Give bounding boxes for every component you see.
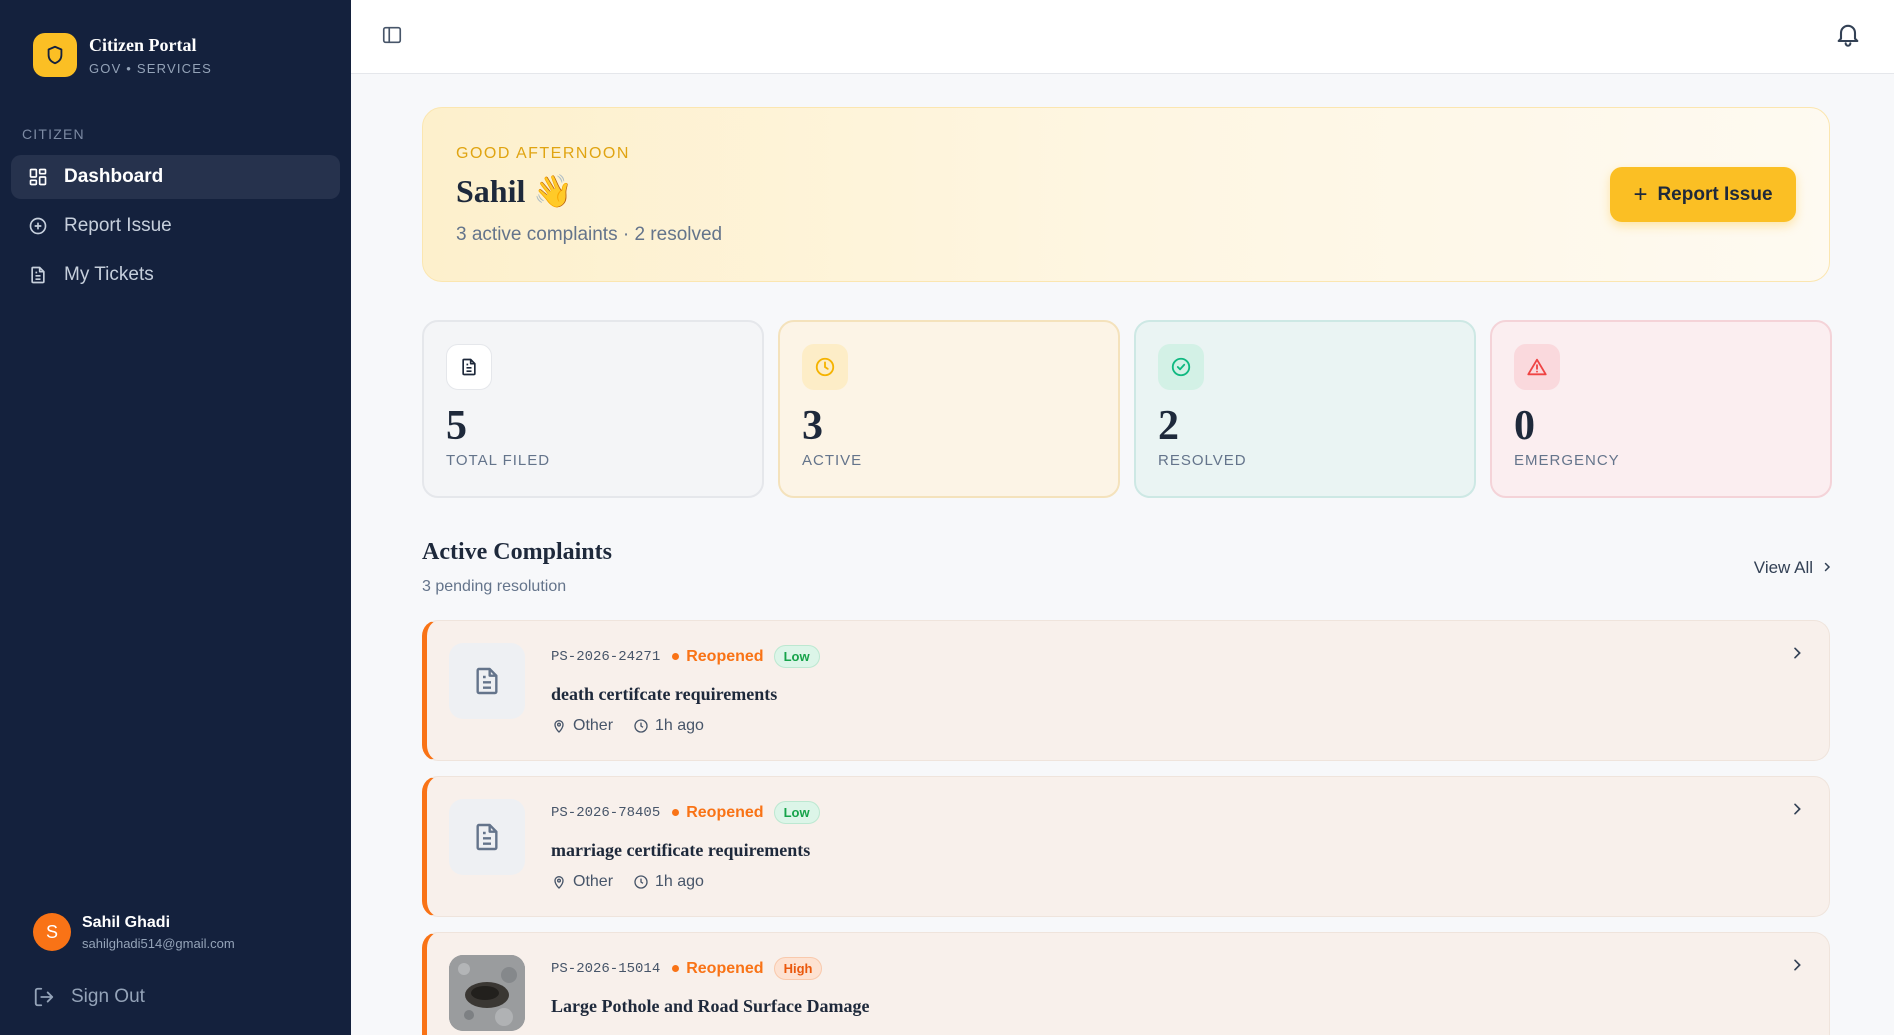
main-content: GOOD AFTERNOON Sahil 👋 3 active complain… [351,74,1894,1035]
user-email: sahilghadi514@gmail.com [82,935,235,951]
complaint-card[interactable]: PS-2026-24271 Reopened Low death certifc… [422,620,1830,761]
section-subtitle: 3 pending resolution [422,578,567,595]
alert-triangle-icon [1514,344,1560,390]
document-icon [446,344,492,390]
view-all-label: View All [1753,558,1813,577]
map-pin-icon [551,874,567,890]
sidebar: Citizen Portal GOV • SERVICES CITIZEN Da… [0,0,351,1035]
sidebar-toggle-icon[interactable] [381,24,405,48]
priority-badge: Low [773,801,820,824]
document-icon [449,643,525,719]
bell-icon[interactable] [1834,20,1862,48]
avatar: S [33,913,71,951]
greeting-label: GOOD AFTERNOON [456,145,630,162]
view-all-link[interactable]: View All [1754,558,1833,578]
stat-label: RESOLVED [1158,452,1247,469]
sidebar-item-my-tickets[interactable]: My Tickets [11,253,340,297]
nav-section-label: CITIZEN [22,126,85,142]
plus-circle-icon [27,215,49,237]
document-icon [27,264,49,286]
report-issue-button[interactable]: + Report Issue [1610,167,1796,222]
shield-icon [33,33,77,77]
clock-icon [633,718,649,734]
plus-icon: + [1633,180,1648,208]
sign-out-button[interactable]: Sign Out [33,986,145,1008]
brand-subtitle: GOV • SERVICES [89,60,212,76]
sidebar-item-label: Report Issue [64,215,172,236]
clock-icon [802,344,848,390]
stat-value: 5 [446,403,467,449]
greeting-name: Sahil 👋 [456,173,574,209]
ticket-id: PS-2026-24271 [551,648,661,665]
complaint-title: marriage certificate requirements [551,840,811,860]
chevron-right-icon[interactable] [1789,645,1807,663]
top-bar [351,0,1894,74]
stat-card-resolved[interactable]: 2 RESOLVED [1134,320,1476,498]
sidebar-item-report-issue[interactable]: Report Issue [11,204,340,248]
ticket-id: PS-2026-15014 [551,960,661,977]
complaint-title: death certifcate requirements [551,684,778,704]
brand-title: Citizen Portal [89,34,197,55]
stats-row: 5 TOTAL FILED 3 ACTIVE 2 RESOLVED 0 EMER… [422,320,1832,498]
status-text: Reopened [686,803,764,821]
complaint-time: 1h ago [655,717,704,734]
greeting-card: GOOD AFTERNOON Sahil 👋 3 active complain… [422,107,1830,282]
stat-card-active[interactable]: 3 ACTIVE [778,320,1120,498]
report-issue-label: Report Issue [1657,183,1773,205]
status-badge: Reopened [672,959,764,978]
grid-icon [27,166,49,188]
status-badge: Reopened [672,647,764,666]
chevron-right-icon[interactable] [1789,801,1807,819]
status-text: Reopened [686,647,764,665]
ticket-id: PS-2026-78405 [551,804,661,821]
status-text: Reopened [686,959,764,977]
document-icon [449,799,525,875]
sidebar-nav: Dashboard Report Issue My Tickets [11,155,340,302]
stat-value: 3 [802,403,823,449]
greeting-summary: 3 active complaints · 2 resolved [456,224,723,245]
complaint-time: 1h ago [655,873,704,890]
section-title: Active Complaints [422,539,612,565]
stat-value: 2 [1158,403,1179,449]
pothole-photo [449,955,525,1031]
brand[interactable]: Citizen Portal GOV • SERVICES [33,33,212,77]
priority-badge: High [773,957,823,980]
complaint-card[interactable]: PS-2026-78405 Reopened Low marriage cert… [422,776,1830,917]
stat-value: 0 [1514,403,1535,449]
clock-icon [633,874,649,890]
user-profile[interactable]: S Sahil Ghadi sahilghadi514@gmail.com [33,913,235,951]
complaint-category: Other [573,873,614,890]
complaint-card[interactable]: PS-2026-15014 Reopened High Large Pothol… [422,932,1830,1035]
sidebar-item-label: My Tickets [64,264,154,285]
stat-label: ACTIVE [802,452,863,469]
stat-label: EMERGENCY [1514,452,1620,469]
priority-badge: Low [773,645,820,668]
sidebar-item-dashboard[interactable]: Dashboard [11,155,340,199]
chevron-right-icon[interactable] [1789,957,1807,975]
sign-out-label: Sign Out [71,986,145,1007]
logout-icon [33,986,55,1008]
complaint-category: Other [573,717,614,734]
complaint-title: Large Pothole and Road Surface Damage [551,996,870,1016]
stat-card-total-filed[interactable]: 5 TOTAL FILED [422,320,764,498]
check-circle-icon [1158,344,1204,390]
user-name: Sahil Ghadi [82,913,171,931]
chevron-right-icon [1821,560,1833,576]
map-pin-icon [551,718,567,734]
sidebar-item-label: Dashboard [64,166,164,187]
stat-label: TOTAL FILED [446,452,551,469]
status-badge: Reopened [672,803,764,822]
stat-card-emergency[interactable]: 0 EMERGENCY [1490,320,1832,498]
